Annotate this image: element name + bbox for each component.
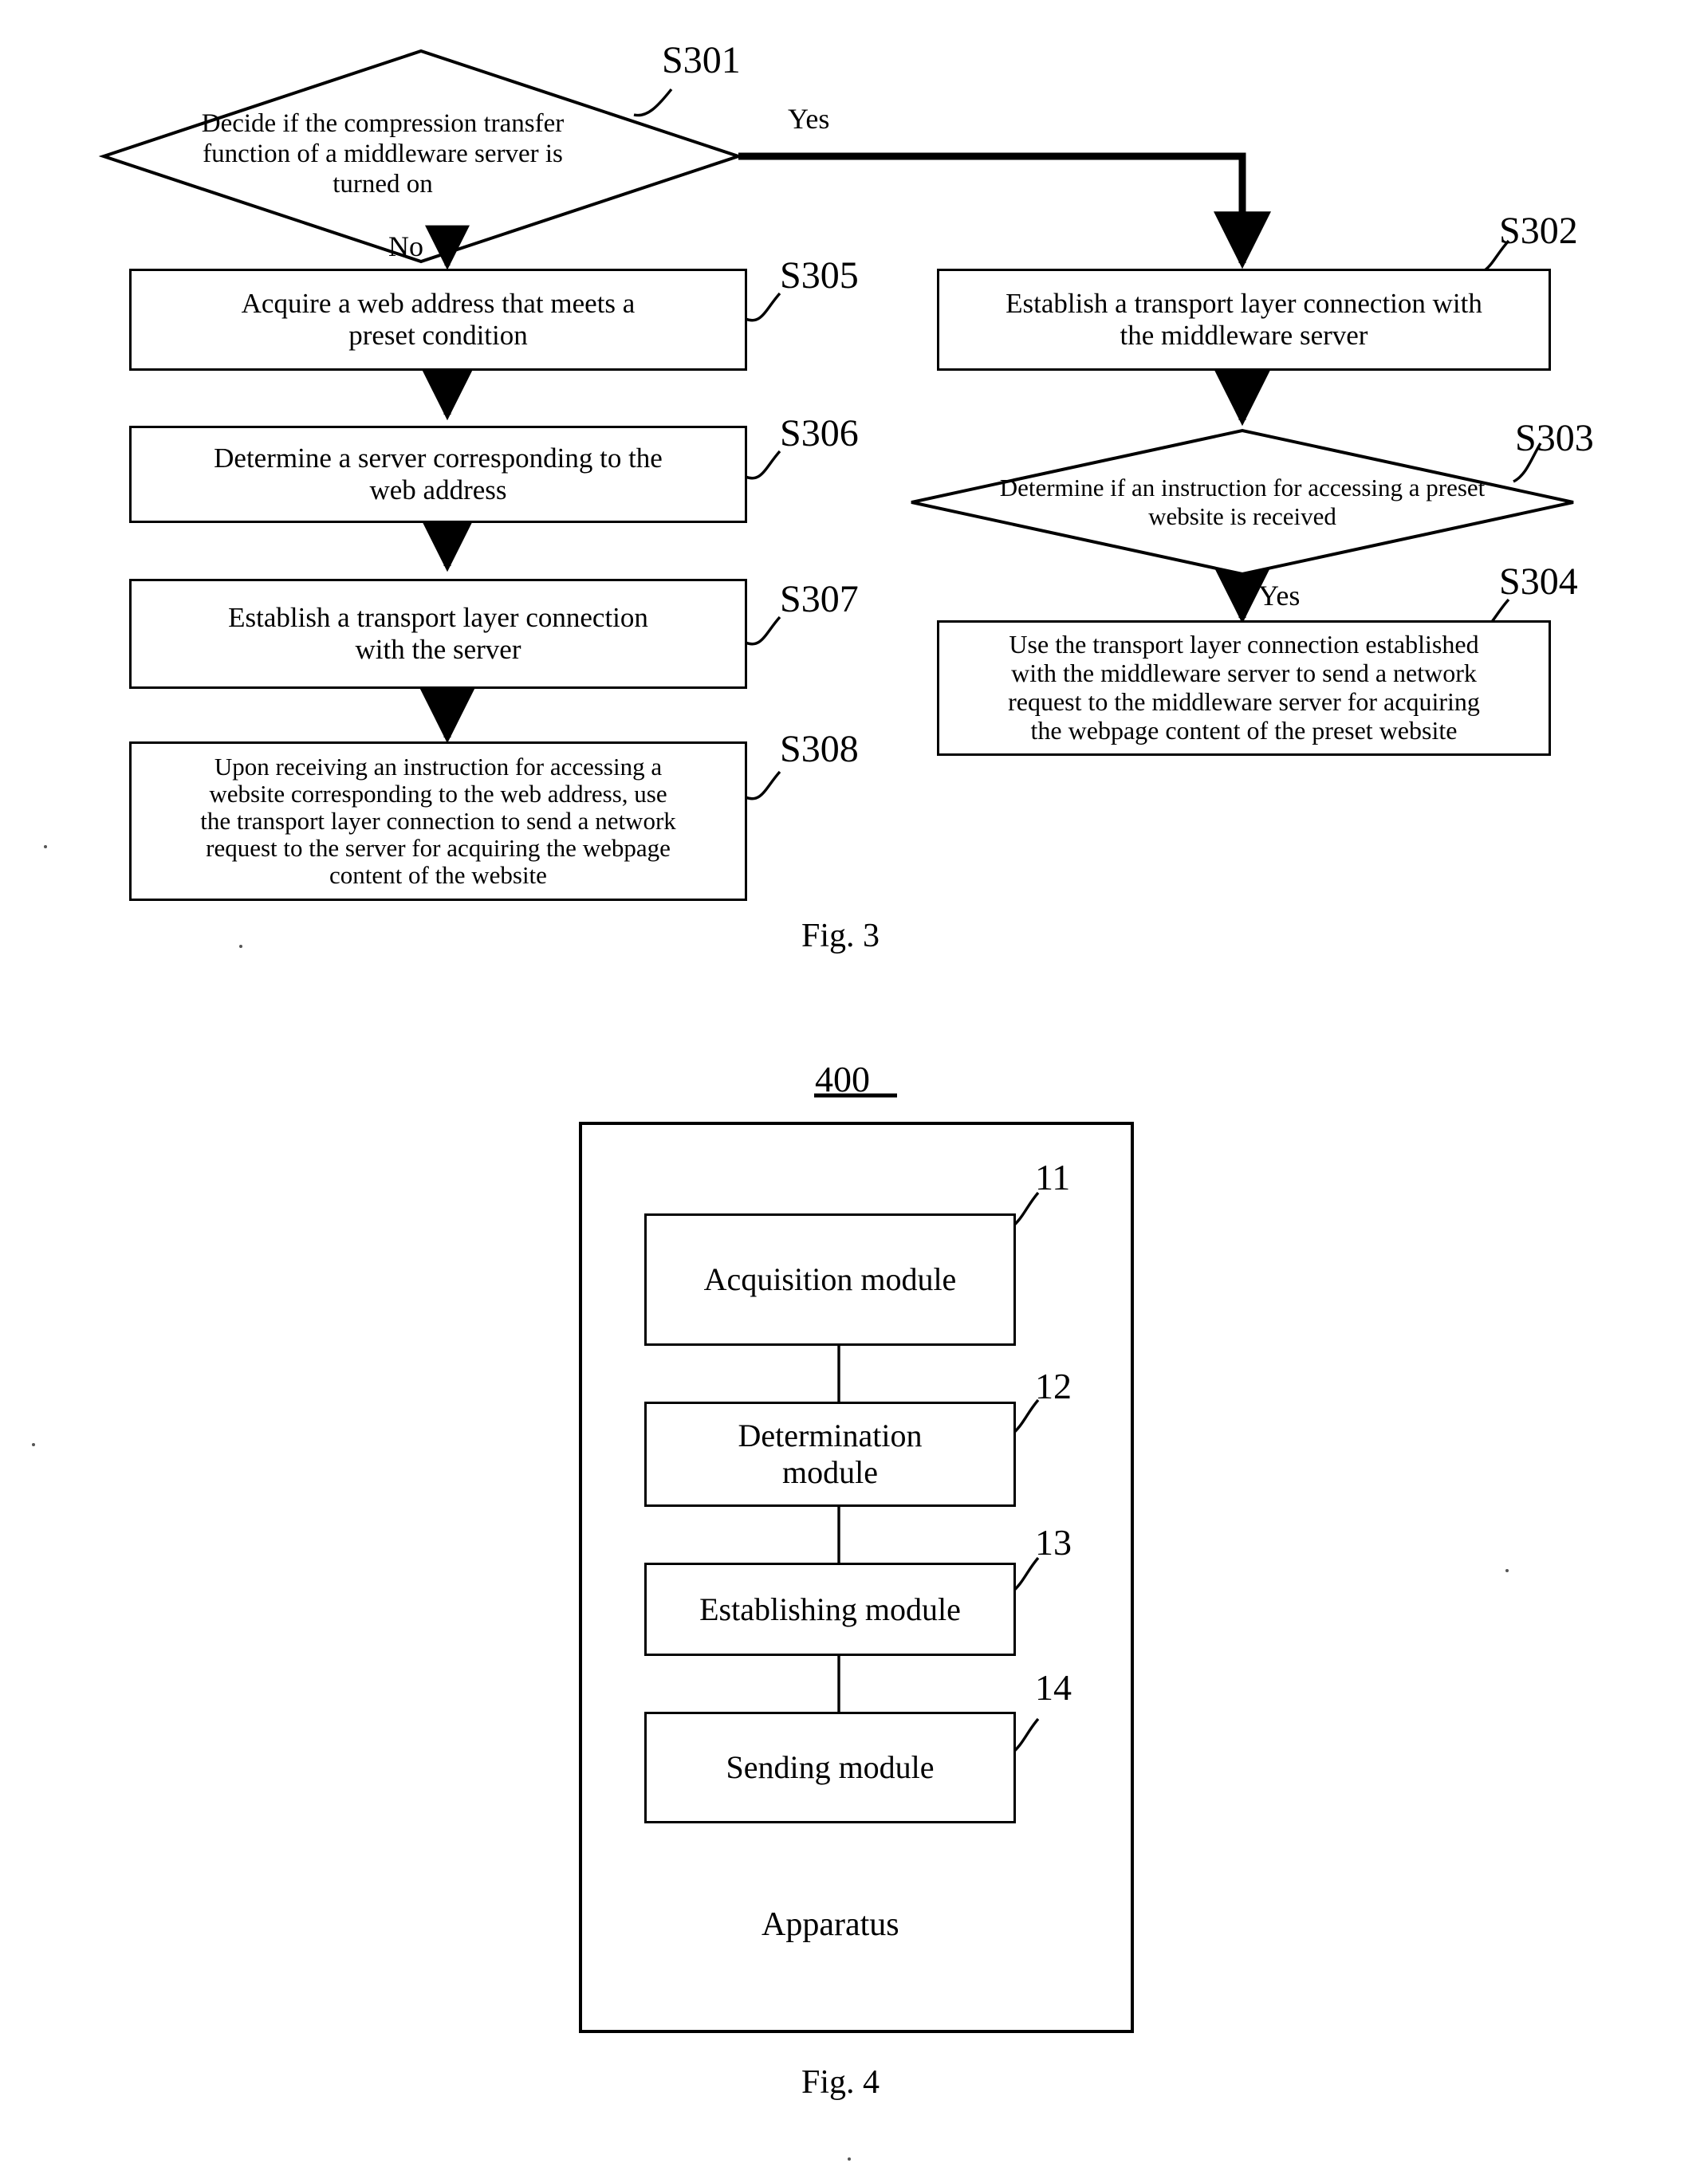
determination-module-label-line-1: Determination	[738, 1418, 923, 1454]
s308-line-1: Upon receiving an instruction for access…	[214, 752, 663, 781]
establishing-module-label: Establishing module	[699, 1591, 961, 1627]
figure-3-caption: Fig. 3	[801, 918, 880, 954]
s305-line-1: Acquire a web address that meets a	[241, 288, 636, 320]
module-11-ref-label: 11	[1035, 1157, 1071, 1198]
s307-line-1: Establish a transport layer connection	[228, 602, 648, 634]
s304-line-1: Use the transport layer connection estab…	[1009, 630, 1479, 659]
s305-line-2: preset condition	[348, 320, 528, 351]
s301-yes-edge-label: Yes	[788, 103, 830, 135]
acquisition-module-box: Acquisition module	[644, 1213, 1016, 1346]
scan-speck	[848, 2157, 851, 2161]
s308-line-4: request to the server for acquiring the …	[206, 834, 671, 863]
apparatus-ref-label: 400	[815, 1059, 870, 1099]
s306-line-1: Determine a server corresponding to the	[214, 442, 663, 474]
scan-speck	[32, 1443, 35, 1446]
s307-line-2: with the server	[355, 634, 521, 665]
sending-module-box: Sending module	[644, 1712, 1016, 1823]
s304-process-box: Use the transport layer connection estab…	[937, 620, 1551, 756]
s301-ref-label: S301	[662, 39, 741, 81]
s304-line-3: request to the middleware server for acq…	[1008, 687, 1480, 716]
s302-process-box: Establish a transport layer connection w…	[937, 269, 1551, 371]
s301-yes-branch	[738, 152, 1271, 269]
s306-process-box: Determine a server corresponding to the …	[129, 426, 747, 523]
s307-leader-line	[745, 615, 781, 646]
determination-module-box: Determination module	[644, 1402, 1016, 1507]
s305-process-box: Acquire a web address that meets a prese…	[129, 269, 747, 371]
figure-4-caption: Fig. 4	[801, 2064, 880, 2101]
s307-process-box: Establish a transport layer connection w…	[129, 579, 747, 689]
s306-leader-line	[745, 450, 781, 480]
s308-line-3: the transport layer connection to send a…	[200, 806, 676, 835]
s307-ref-label: S307	[780, 578, 859, 620]
establishing-module-box: Establishing module	[644, 1563, 1016, 1656]
apparatus-inner-label: Apparatus	[762, 1906, 899, 1943]
s308-line-2: website corresponding to the web address…	[209, 779, 667, 808]
s308-ref-label: S308	[780, 728, 859, 770]
s303-ref-label: S303	[1515, 417, 1594, 459]
s303-yes-edge-label: Yes	[1258, 580, 1301, 612]
scan-speck	[1505, 1569, 1509, 1572]
s308-process-box: Upon receiving an instruction for access…	[129, 741, 747, 901]
s304-line-4: the webpage content of the preset websit…	[1030, 715, 1458, 745]
s302-line-2: the middleware server	[1120, 320, 1368, 351]
s308-line-5: content of the website	[329, 861, 547, 890]
module-14-ref-label: 14	[1035, 1667, 1072, 1708]
s305-ref-label: S305	[780, 254, 859, 297]
s305-leader-line	[745, 292, 781, 322]
s306-line-2: web address	[369, 474, 507, 505]
s302-line-1: Establish a transport layer connection w…	[1006, 288, 1482, 320]
s301-no-edge-label: No	[388, 230, 423, 262]
determination-module-label-line-2: module	[782, 1454, 878, 1490]
sending-module-label: Sending module	[726, 1749, 935, 1786]
patent-figure-sheet: Decide if the compression transfer funct…	[0, 0, 1708, 2167]
s302-ref-label: S302	[1499, 210, 1578, 252]
acquisition-module-label: Acquisition module	[703, 1261, 957, 1298]
s308-leader-line	[745, 770, 781, 800]
module-13-ref-label: 13	[1035, 1522, 1072, 1563]
s306-ref-label: S306	[780, 412, 859, 454]
s304-ref-label: S304	[1499, 560, 1578, 603]
s304-line-2: with the middleware server to send a net…	[1011, 659, 1477, 688]
scan-speck	[44, 845, 47, 848]
module-12-ref-label: 12	[1035, 1366, 1072, 1406]
s303-decision-shape	[911, 428, 1574, 576]
s301-leader-line	[633, 88, 673, 117]
scan-speck	[239, 945, 242, 948]
